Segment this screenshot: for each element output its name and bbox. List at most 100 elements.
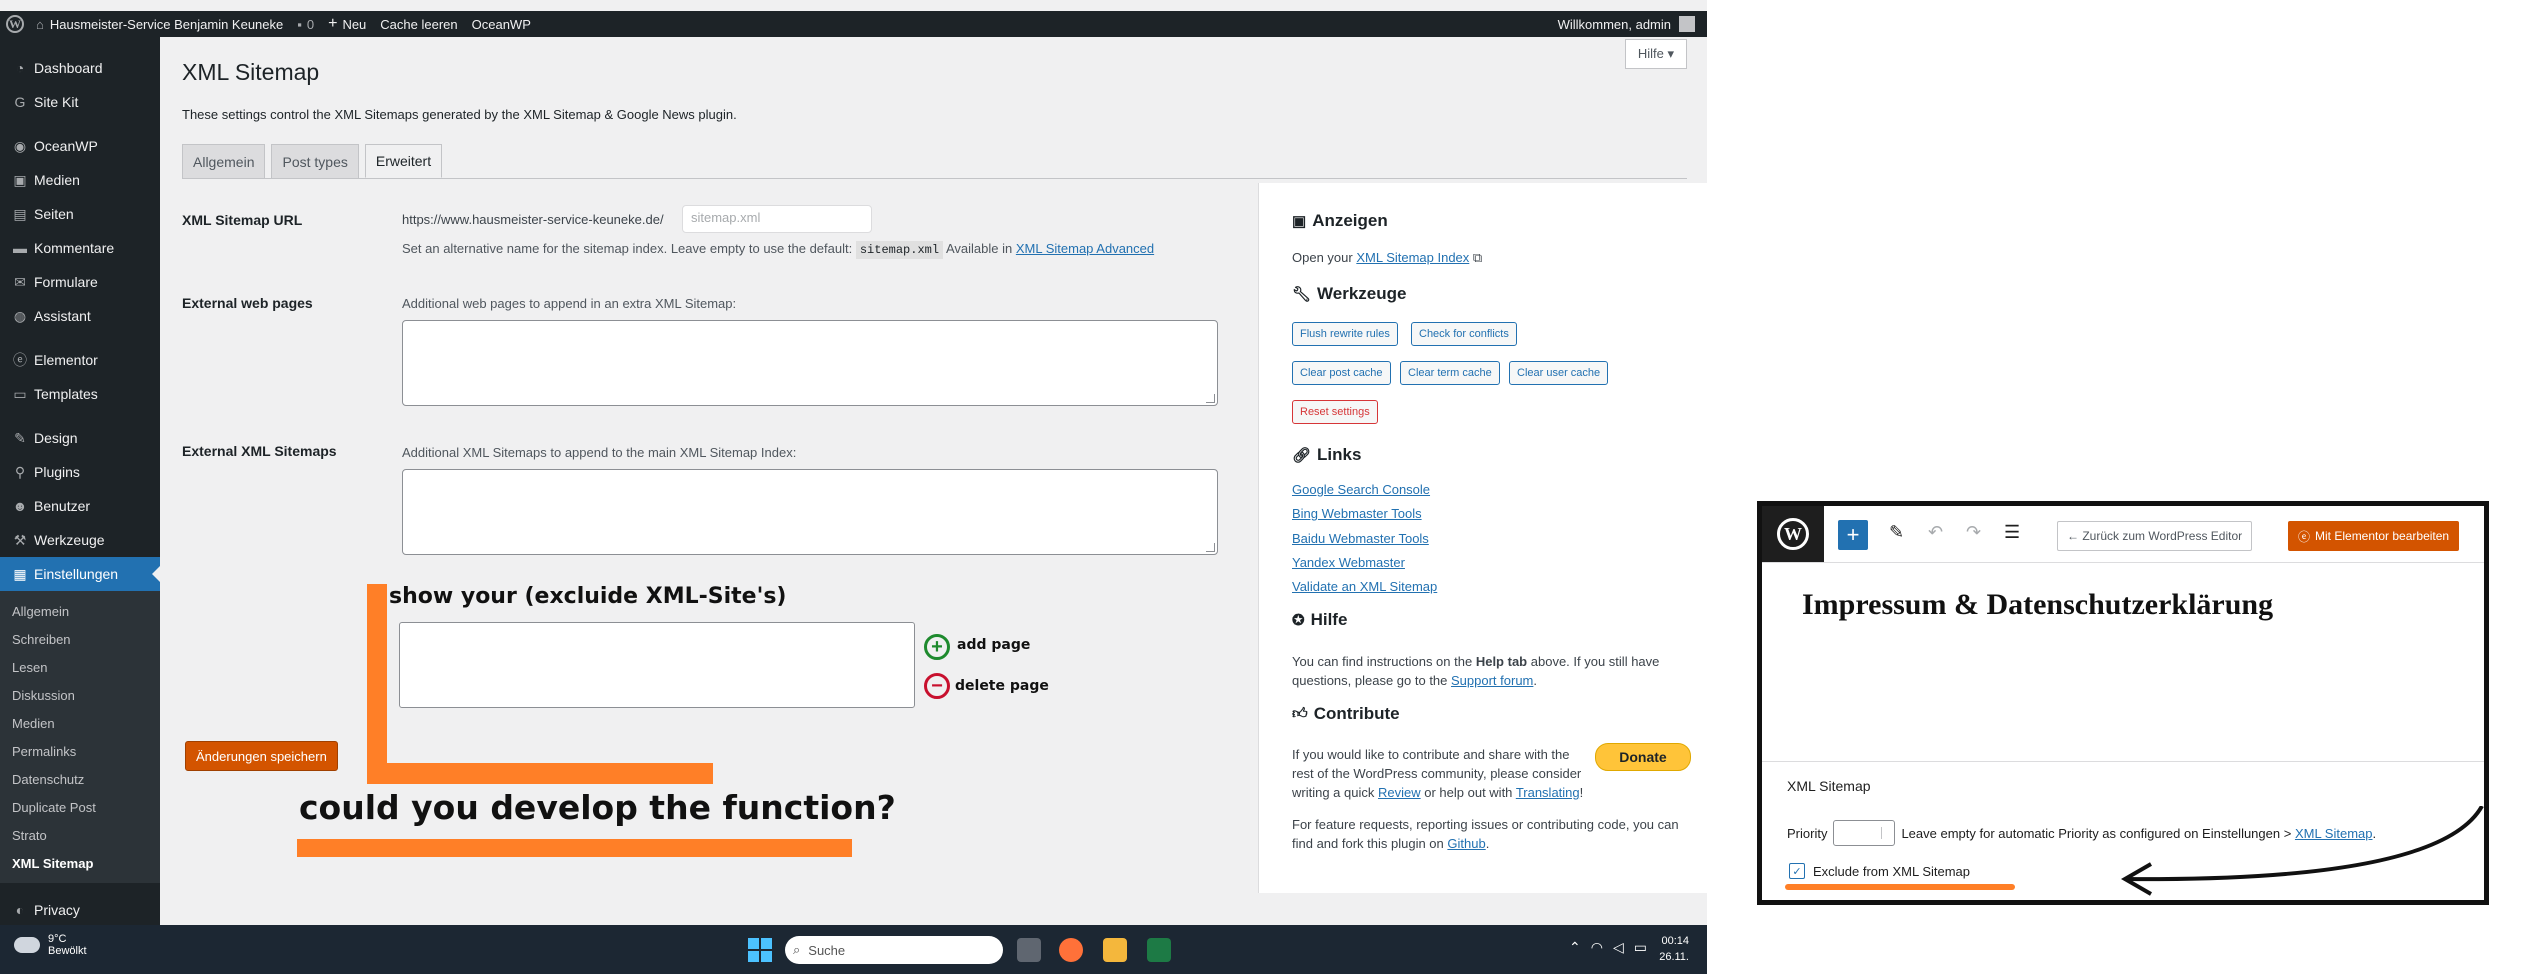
dashboard-icon: ◔	[15, 60, 25, 76]
github-link[interactable]: Github	[1447, 836, 1485, 851]
submenu-item-duplicate-post[interactable]: Duplicate Post	[0, 793, 160, 821]
wordpress-logo-icon[interactable]: W	[1762, 506, 1824, 562]
sidebar-item-werkzeuge[interactable]: ⚒ Werkzeuge	[0, 523, 160, 557]
submenu-item-schreiben[interactable]: Schreiben	[0, 625, 160, 653]
external-sitemaps-textarea[interactable]	[402, 469, 1218, 555]
submenu-item-strato[interactable]: Strato	[0, 821, 160, 849]
clear-user-cache-button[interactable]: Clear user cache	[1509, 361, 1609, 385]
firefox-icon[interactable]	[1059, 938, 1083, 962]
pencil-icon[interactable]: ✎	[1889, 522, 1904, 543]
clear-term-cache-button[interactable]: Clear term cache	[1400, 361, 1500, 385]
sidebar-item-plugins[interactable]: ⚲ Plugins	[0, 455, 160, 489]
tab-allgemein[interactable]: Allgemein	[182, 144, 266, 178]
external-sitemaps-help: Additional XML Sitemaps to append to the…	[402, 445, 797, 460]
site-name-link[interactable]: ⌂ Hausmeister-Service Benjamin Keuneke	[36, 17, 283, 32]
page-title[interactable]: Impressum & Datenschutzerklärung	[1802, 588, 2273, 622]
chevron-up-icon[interactable]: ⌃	[1569, 939, 1581, 956]
check-conflicts-button[interactable]: Check for conflicts	[1411, 322, 1517, 346]
page-title: XML Sitemap	[182, 59, 320, 85]
back-to-wordpress-editor-button[interactable]: ← Zurück zum WordPress Editor	[2057, 521, 2253, 551]
page-description: These settings control the XML Sitemaps …	[182, 107, 737, 122]
external-pages-textarea[interactable]	[402, 320, 1218, 406]
windows-taskbar: 9°C Bewölkt ⌕ Suche ⌃ ◠ ◁ ▭ 00:14 26.11.	[0, 925, 1707, 974]
submenu-item-medien[interactable]: Medien	[0, 709, 160, 737]
exclude-checkbox-row[interactable]: ✓ Exclude from XML Sitemap	[1789, 863, 1970, 879]
taskbar-search-input[interactable]: ⌕ Suche	[785, 936, 1003, 964]
support-forum-link[interactable]: Support forum	[1451, 673, 1533, 688]
xml-sitemap-advanced-link[interactable]: XML Sitemap Advanced	[1016, 241, 1154, 256]
oceanwp-link[interactable]: OceanWP	[472, 17, 531, 32]
sidebar-item-templates[interactable]: ▭ Templates	[0, 377, 160, 411]
redo-icon[interactable]: ↷	[1966, 522, 1981, 543]
file-explorer-icon[interactable]	[1103, 938, 1127, 962]
priority-input[interactable]	[1833, 820, 1896, 846]
google-search-console-link[interactable]: Google Search Console	[1292, 482, 1430, 497]
undo-icon[interactable]: ↶	[1928, 522, 1943, 543]
annotation-question: could you develop the function?	[299, 788, 896, 827]
sidebar-item-oceanwp[interactable]: ◉ OceanWP	[0, 129, 160, 163]
add-block-button[interactable]: +	[1838, 520, 1868, 550]
hilfe-heading: ✪ Hilfe	[1292, 610, 1348, 629]
reset-settings-button[interactable]: Reset settings	[1292, 400, 1378, 424]
flush-rewrite-rules-button[interactable]: Flush rewrite rules	[1292, 322, 1398, 346]
plus-icon: +	[328, 15, 338, 32]
sidebar-item-einstellungen[interactable]: ▦ Einstellungen	[0, 557, 160, 591]
account-menu[interactable]: Willkommen, admin	[1558, 11, 1695, 37]
annotation-mock-textarea	[399, 622, 915, 708]
list-view-icon[interactable]: ☰	[2004, 522, 2020, 543]
sidebar-item-seiten[interactable]: ▤ Seiten	[0, 197, 160, 231]
donate-button[interactable]: Donate	[1595, 743, 1691, 771]
comments-link[interactable]: ▪ 0	[297, 17, 314, 32]
excel-icon[interactable]	[1147, 938, 1171, 962]
new-content-link[interactable]: + Neu	[328, 15, 366, 33]
add-page-icon: +	[924, 634, 950, 660]
submenu-item-lesen[interactable]: Lesen	[0, 653, 160, 681]
task-view-icon[interactable]	[1017, 938, 1041, 962]
tab-erweitert[interactable]: Erweitert	[364, 144, 443, 178]
sitemap-url-input[interactable]: sitemap.xml	[682, 205, 872, 233]
resize-handle-icon[interactable]	[1206, 543, 1215, 552]
battery-icon[interactable]: ▭	[1634, 939, 1647, 956]
sidebar-item-benutzer[interactable]: ☻ Benutzer	[0, 489, 160, 523]
sidebar-item-site-kit[interactable]: G Site Kit	[0, 85, 160, 119]
weather-widget[interactable]: 9°C Bewölkt	[14, 933, 87, 957]
clock[interactable]: 00:14 26.11.	[1659, 933, 1689, 965]
submenu-item-diskussion[interactable]: Diskussion	[0, 681, 160, 709]
sidebar-item-kommentare[interactable]: ▬ Kommentare	[0, 231, 160, 265]
wrench-icon: 🔧︎	[1292, 286, 1312, 303]
sidebar-item-dashboard[interactable]: ◔ Dashboard	[0, 51, 160, 85]
save-changes-button[interactable]: Änderungen speichern	[185, 741, 338, 771]
wordpress-logo-icon[interactable]: W	[6, 15, 24, 33]
baidu-webmaster-tools-link[interactable]: Baidu Webmaster Tools	[1292, 531, 1429, 546]
admin-bar: W ⌂ Hausmeister-Service Benjamin Keuneke …	[0, 11, 1707, 37]
xml-sitemap-metabox-title: XML Sitemap	[1787, 778, 1871, 794]
xml-sitemap-index-link[interactable]: XML Sitemap Index	[1356, 250, 1469, 265]
sidebar-item-assistant[interactable]: ◍ Assistant	[0, 299, 160, 333]
wifi-icon[interactable]: ◠	[1591, 939, 1603, 956]
submenu-item-permalinks[interactable]: Permalinks	[0, 737, 160, 765]
validate-sitemap-link[interactable]: Validate an XML Sitemap	[1292, 579, 1437, 594]
annotation-underline	[297, 839, 852, 857]
sidebar-item-medien[interactable]: ▣ Medien	[0, 163, 160, 197]
sidebar-item-privacy[interactable]: ◐ Privacy	[0, 893, 160, 927]
bing-webmaster-tools-link[interactable]: Bing Webmaster Tools	[1292, 506, 1422, 521]
submenu-item-datenschutz[interactable]: Datenschutz	[0, 765, 160, 793]
review-link[interactable]: Review	[1378, 785, 1421, 800]
yandex-webmaster-link[interactable]: Yandex Webmaster	[1292, 555, 1405, 570]
sidebar-item-elementor[interactable]: ⓔ Elementor	[0, 343, 160, 377]
translating-link[interactable]: Translating	[1516, 785, 1580, 800]
sidebar-item-formulare[interactable]: ✉ Formulare	[0, 265, 160, 299]
tab-post-types[interactable]: Post types	[271, 144, 359, 178]
clear-cache-link[interactable]: Cache leeren	[380, 17, 457, 32]
submenu-item-xml-sitemap[interactable]: XML Sitemap	[0, 849, 160, 877]
admin-sidebar: ◔ Dashboard G Site Kit ◉ OceanWP ▣ Medien ▤ S…	[0, 37, 160, 925]
help-tab-button[interactable]: Hilfe ▾	[1624, 39, 1687, 69]
clear-post-cache-button[interactable]: Clear post cache	[1292, 361, 1391, 385]
volume-icon[interactable]: ◁	[1613, 939, 1624, 956]
sidebar-item-design[interactable]: ✎ Design	[0, 421, 160, 455]
resize-handle-icon[interactable]	[1206, 394, 1215, 403]
windows-start-icon[interactable]	[748, 938, 772, 962]
checked-checkbox-icon[interactable]: ✓	[1789, 863, 1805, 879]
edit-with-elementor-button[interactable]: ⓔ Mit Elementor bearbeiten	[2288, 521, 2460, 551]
submenu-item-allgemein[interactable]: Allgemein	[0, 597, 160, 625]
